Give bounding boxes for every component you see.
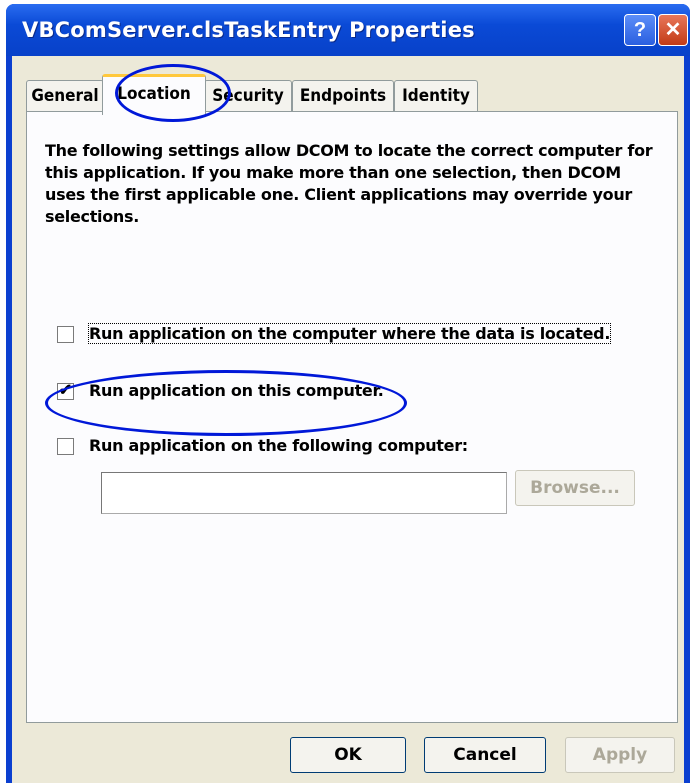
option-following-computer-checkbox[interactable] — [57, 438, 74, 455]
option-data-location-checkbox[interactable] — [57, 326, 74, 343]
tab-endpoints[interactable]: Endpoints — [292, 80, 394, 111]
window-title: VBComServer.clsTaskEntry Properties — [22, 18, 475, 42]
tab-general[interactable]: General — [26, 80, 104, 111]
option-following-computer-label[interactable]: Run application on the following compute… — [89, 436, 468, 455]
close-icon: ✕ — [664, 19, 682, 41]
help-button[interactable]: ? — [624, 14, 656, 46]
location-tab-panel: The following settings allow DCOM to loc… — [26, 111, 678, 723]
location-description: The following settings allow DCOM to loc… — [45, 141, 653, 226]
help-icon: ? — [633, 19, 647, 41]
computer-name-input[interactable] — [101, 472, 507, 514]
tab-identity[interactable]: Identity — [394, 80, 478, 111]
title-bar[interactable]: VBComServer.clsTaskEntry Properties ? ✕ — [6, 4, 690, 56]
cancel-button[interactable]: Cancel — [424, 737, 546, 773]
dialog-client-area: General Location Security Endpoints Iden… — [12, 56, 684, 783]
this-computer-highlight-circle — [45, 370, 407, 436]
browse-button[interactable]: Browse... — [515, 470, 635, 506]
close-button[interactable]: ✕ — [658, 14, 688, 46]
apply-button[interactable]: Apply — [565, 737, 675, 773]
properties-dialog: VBComServer.clsTaskEntry Properties ? ✕ … — [6, 4, 690, 783]
location-tab-highlight-circle — [115, 64, 231, 122]
option-data-location-label[interactable]: Run application on the computer where th… — [87, 323, 612, 344]
ok-button[interactable]: OK — [290, 737, 406, 773]
